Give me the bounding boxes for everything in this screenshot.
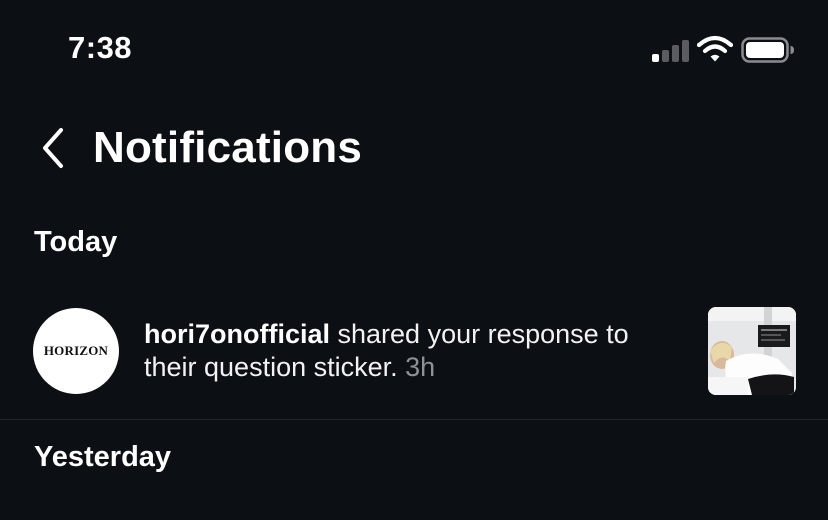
horizon-logo: HORIZON — [43, 343, 109, 358]
section-header-yesterday: Yesterday — [34, 441, 172, 473]
section-divider — [0, 419, 828, 420]
notification-item[interactable]: HORIZON hori7onofficial shared your resp… — [0, 296, 828, 408]
chevron-left-icon[interactable] — [36, 124, 72, 172]
cellular-signal-icon — [652, 38, 692, 62]
story-preview-image — [708, 307, 796, 395]
notification-username[interactable]: hori7onofficial — [144, 319, 330, 349]
battery-icon — [741, 37, 794, 63]
page-title: Notifications — [93, 123, 363, 172]
story-thumbnail[interactable] — [708, 307, 796, 395]
status-bar: 7:38 — [0, 0, 828, 100]
notification-time: 3h — [405, 352, 436, 382]
notification-text: hori7onofficial shared your response to … — [144, 318, 684, 384]
avatar[interactable]: HORIZON — [33, 308, 119, 394]
status-time: 7:38 — [68, 30, 133, 65]
section-header-today: Today — [34, 226, 118, 258]
wifi-icon — [697, 35, 733, 62]
nav-header: Notifications — [0, 110, 828, 190]
